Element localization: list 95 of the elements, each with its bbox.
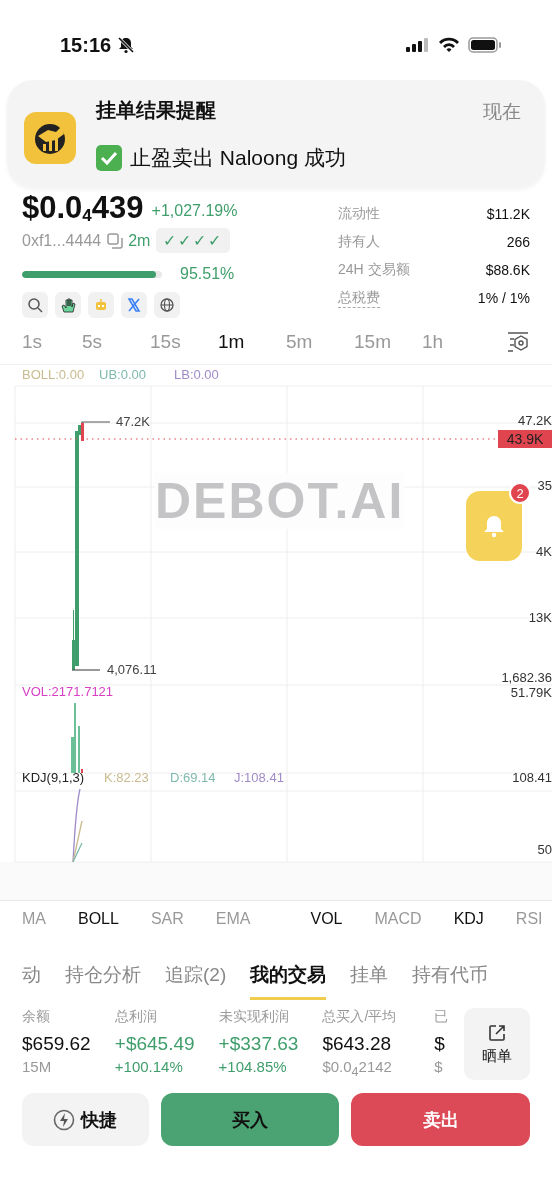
indicator-toggle[interactable]: BOLL [78, 909, 119, 928]
leader-line [81, 421, 111, 424]
signal-icon [406, 38, 430, 52]
axis-label: 50 [537, 843, 552, 857]
notification-title: 挂单结果提醒 [96, 98, 216, 123]
indicator-toggle[interactable]: KDJ [453, 909, 484, 928]
leader-line [71, 669, 101, 671]
globe-icon[interactable] [159, 297, 175, 313]
kdj-title: KDJ(9,1,3) [22, 771, 85, 785]
timeframe-tab[interactable]: 1m [218, 331, 286, 353]
indicator-value: J:108.41 [234, 771, 284, 785]
wifi-icon [438, 37, 460, 53]
stat-label: 余额 [22, 1008, 51, 1026]
alert-button[interactable] [466, 491, 522, 561]
indicator-value: K:82.23 [104, 771, 149, 785]
clock-time: 15:16 [60, 33, 112, 57]
timeframe-tab[interactable]: 1s [22, 331, 82, 353]
axis-label: 13K [528, 611, 552, 625]
x-logo-icon[interactable] [126, 297, 142, 313]
stat-detail: +100.14% [114, 1058, 184, 1075]
battery-icon [468, 37, 502, 53]
chart-watermark: DEBOT.AI [155, 473, 405, 529]
stat-detail: +104.85% [218, 1058, 288, 1075]
timeframe-tab[interactable]: 1h [422, 331, 490, 353]
timeframe-tab[interactable]: 15s [150, 331, 218, 353]
section-tab[interactable]: 持有代币 [412, 956, 489, 1000]
indicator-toggle[interactable]: SAR [150, 909, 184, 928]
token-price: $0.0$_{4}$439 [22, 192, 144, 224]
indicator-value: LB:0.00 [174, 368, 219, 382]
stat-value: $88.6K [485, 262, 530, 278]
stat-value: $659.62 [22, 1032, 92, 1056]
stat-value: 266 [506, 234, 530, 250]
buy-button[interactable]: 买入 [160, 1093, 340, 1146]
stat-value: $11.2K [486, 206, 530, 222]
volume-legend: VOL:2171.7121 [22, 685, 114, 699]
stat-value: $ [434, 1032, 446, 1056]
stat-value: $643.28 [322, 1032, 393, 1056]
indicator-value: BOLL:0.00 [22, 368, 85, 382]
sell-button[interactable]: 卖出 [351, 1093, 530, 1146]
section-tab[interactable]: 我的交易 [250, 956, 327, 1000]
timeframe-tab[interactable]: 15m [354, 331, 422, 353]
notification-badge: 2 [509, 482, 531, 504]
indicator-toggle[interactable]: MACD [374, 909, 422, 928]
section-tab[interactable]: 动 [22, 956, 41, 1000]
axis-label: 47.2K [518, 414, 552, 428]
section-tab[interactable]: 持仓分析 [65, 956, 141, 1000]
section-tab[interactable]: 挂单 [350, 956, 389, 1000]
price-change: +1,027.19% [151, 202, 238, 220]
stat-detail: $0.0$_{4}$2142 [322, 1058, 393, 1079]
axis-label: 108.41 [512, 771, 552, 785]
stat-label: 总利润 [114, 1008, 158, 1026]
timeframe-tab[interactable]: 5s [82, 331, 150, 353]
stat-value: +$645.49 [114, 1032, 196, 1056]
token-age: 2m [128, 231, 151, 250]
app-icon [24, 112, 76, 164]
indicator-toggle[interactable]: EMA [215, 909, 251, 928]
indicator-toggle[interactable]: MA [22, 909, 46, 928]
axis-label: 51.79K [510, 686, 552, 700]
indicator-value: D:69.14 [170, 771, 216, 785]
stat-detail: 15M [22, 1058, 53, 1075]
notification-message: 止盈卖出 Naloong 成功 [130, 145, 346, 171]
contract-address: 0xf1...4444 [22, 231, 102, 250]
stat-label: 24H 交易额 [338, 261, 410, 279]
audit-checks: ✓✓✓✓ [156, 228, 231, 253]
lightning-icon [53, 1108, 76, 1131]
stat-label: 未实现利润 [218, 1008, 290, 1026]
axis-label: 35 [537, 479, 552, 493]
search-icon[interactable] [27, 297, 43, 313]
indicator-value: UB:0.00 [99, 368, 146, 382]
axis-label: 4K [536, 545, 552, 559]
check-box-icon [96, 145, 122, 171]
timeframe-tab[interactable]: 5m [286, 331, 354, 353]
axis-label: 1,682.36 [501, 671, 552, 685]
stat-label: 总买入/平均 [322, 1008, 398, 1026]
progress-reading: 95.51% [180, 265, 235, 283]
stat-value: +$337.63 [218, 1032, 300, 1056]
price-tag: 43.9K [498, 430, 552, 448]
share-icon [487, 1022, 508, 1043]
low-price-label: 4,076.11 [107, 663, 157, 677]
stat-label: 流动性 [338, 205, 380, 223]
stat-label: 已 [434, 1008, 450, 1026]
indicator-toggle[interactable]: RSI [515, 909, 543, 928]
chart-settings-icon[interactable] [506, 330, 530, 354]
section-tab[interactable]: 追踪(2) [165, 956, 227, 1000]
notification-time: 现在 [483, 100, 521, 124]
stat-label: 持有人 [338, 233, 380, 251]
indicator-toggle[interactable]: VOL [310, 909, 343, 928]
hand-icon[interactable] [60, 297, 76, 313]
stat-label: 总税费 [338, 288, 380, 308]
high-price-label: 47.2K [116, 415, 150, 429]
quick-trade-button[interactable]: 快捷 [22, 1093, 149, 1146]
stat-value: 1% / 1% [477, 290, 530, 306]
bell-muted-icon [117, 36, 136, 54]
share-button[interactable]: 晒单 [464, 1008, 530, 1080]
stat-detail: $ [434, 1058, 444, 1075]
